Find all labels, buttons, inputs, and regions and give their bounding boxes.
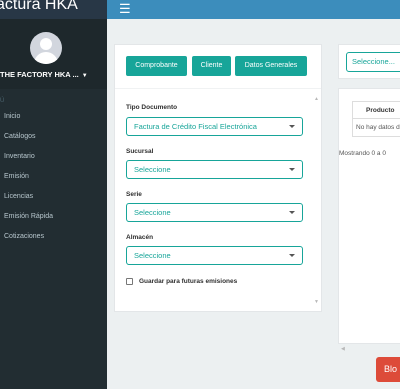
serie-label: Serie (126, 191, 142, 198)
almacen-value: Seleccione (134, 251, 171, 260)
tipo-documento-select[interactable]: Factura de Crédito Fiscal Electrónica (126, 117, 303, 136)
cliente-button[interactable]: Cliente (192, 56, 231, 76)
chevron-down-icon (289, 125, 295, 128)
sidebar-item-emision-rapida[interactable]: Emisión Rápida (0, 207, 107, 227)
sucursal-select[interactable]: Seleccione (126, 160, 303, 179)
sucursal-label: Sucursal (126, 148, 154, 155)
brand-logo[interactable]: actura HKA (0, 0, 107, 19)
sidebar: THE FACTORY HKA ... ▼ Ú Inicio Catálogos … (0, 19, 107, 389)
caret-down-icon: ▼ (81, 73, 88, 79)
chevron-down-icon (289, 254, 295, 257)
product-select[interactable]: Seleccione... (346, 52, 400, 72)
top-bar: actura HKA ☰ (0, 0, 400, 19)
guardar-checkbox[interactable] (126, 278, 133, 285)
tipo-documento-value: Factura de Crédito Fiscal Electrónica (134, 122, 257, 131)
chevron-down-icon (289, 168, 295, 171)
sidebar-section-label: Ú (0, 98, 5, 104)
sidebar-item-cotizaciones[interactable]: Cotizaciones (0, 227, 107, 247)
sidebar-item-inicio[interactable]: Inicio (0, 107, 107, 127)
sidebar-nav: Inicio Catálogos Inventario Emisión Lice… (0, 107, 107, 247)
tipo-documento-label: Tipo Documento (126, 104, 178, 111)
guardar-label: Guardar para futuras emisiones (139, 278, 238, 285)
scroll-left-icon[interactable]: ◀ (341, 346, 345, 352)
sidebar-item-emision[interactable]: Emisión (0, 167, 107, 187)
hamburger-menu-icon[interactable]: ☰ (119, 2, 131, 15)
column-header-producto[interactable]: Producto (353, 102, 400, 119)
top-navbar: ☰ (107, 0, 400, 19)
user-panel: THE FACTORY HKA ... ▼ (0, 19, 107, 89)
sidebar-item-catalogos[interactable]: Catálogos (0, 127, 107, 147)
serie-select[interactable]: Seleccione (126, 203, 303, 222)
sidebar-item-inventario[interactable]: Inventario (0, 147, 107, 167)
scroll-up-icon[interactable]: ▲ (314, 96, 319, 102)
chevron-down-icon (289, 211, 295, 214)
product-search-panel: Seleccione... (338, 44, 400, 79)
datos-generales-button[interactable]: Datos Generales (235, 56, 307, 76)
sucursal-value: Seleccione (134, 165, 171, 174)
app-title: actura HKA (0, 0, 78, 13)
empty-table-message: No hay datos d (353, 119, 400, 137)
products-panel: Producto No hay datos d Mostrando 0 a 0 … (338, 88, 400, 352)
product-select-value: Seleccione... (352, 57, 395, 66)
document-form-panel: Comprobante Cliente Datos Generales ▲ Ti… (114, 44, 322, 312)
products-table: Producto No hay datos d (352, 101, 400, 137)
sidebar-item-licencias[interactable]: Licencias (0, 187, 107, 207)
table-info: Mostrando 0 a 0 (339, 150, 386, 157)
comprobante-button[interactable]: Comprobante (126, 56, 187, 76)
user-name: THE FACTORY HKA ... (0, 70, 79, 79)
red-action-button[interactable]: Blo (376, 357, 400, 382)
serie-value: Seleccione (134, 208, 171, 217)
almacen-select[interactable]: Seleccione (126, 246, 303, 265)
almacen-label: Almacén (126, 234, 154, 241)
divider (115, 88, 321, 89)
avatar (30, 32, 62, 64)
user-menu[interactable]: THE FACTORY HKA ... ▼ (0, 70, 88, 79)
scroll-down-icon[interactable]: ▼ (314, 299, 319, 305)
